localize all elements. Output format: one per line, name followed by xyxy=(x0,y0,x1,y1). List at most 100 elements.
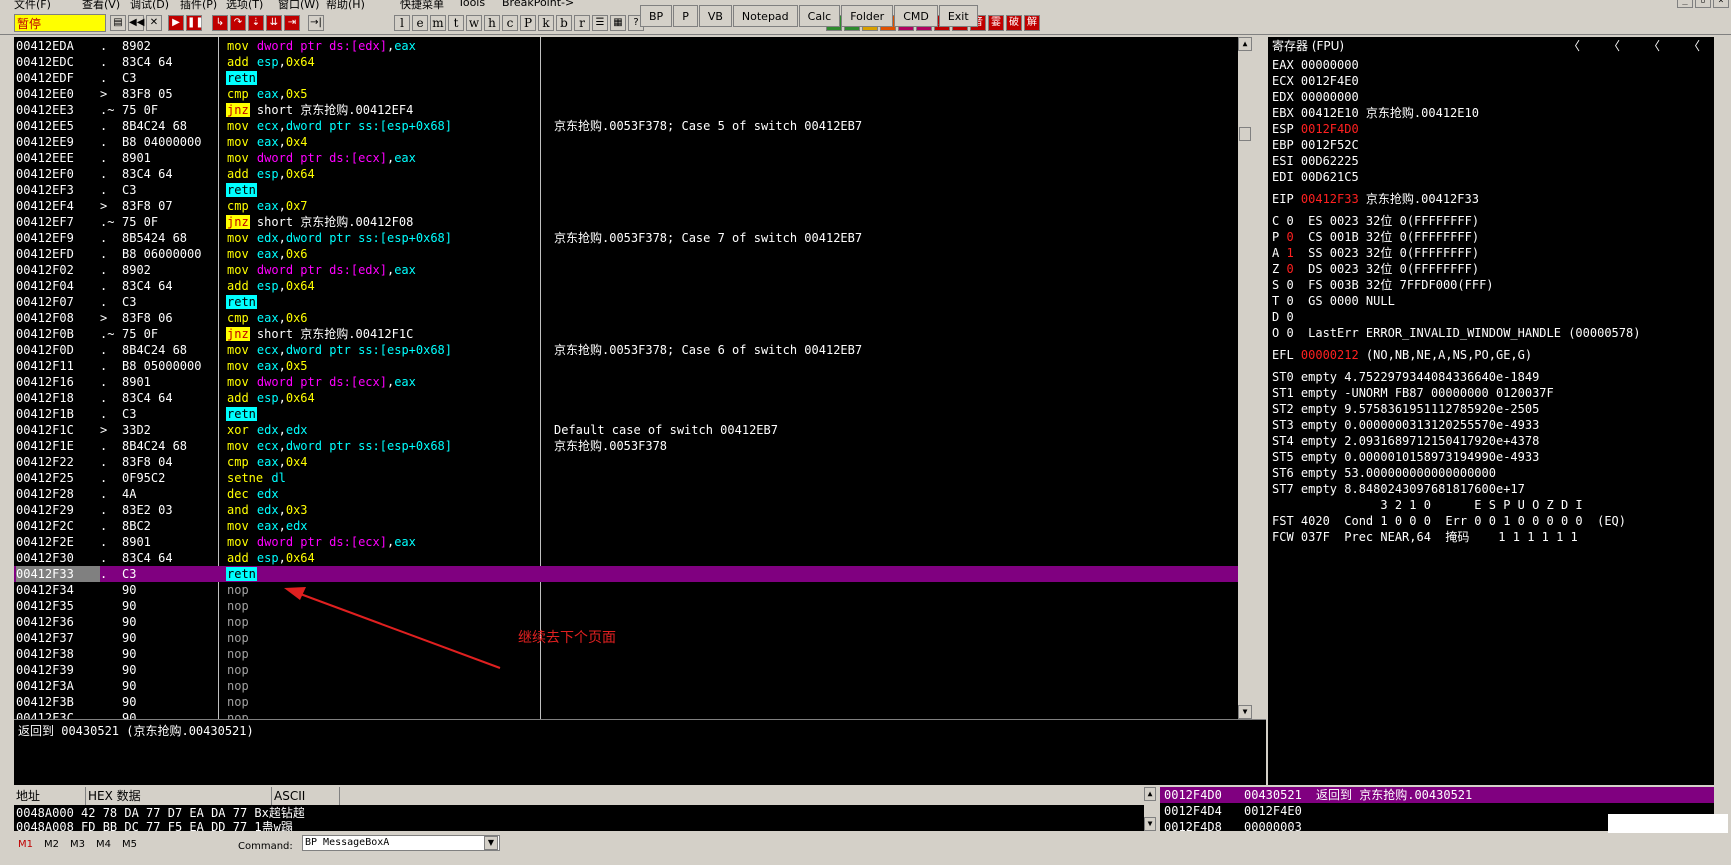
disasm-row[interactable]: 00412F30. 83C4 64 add esp,0x64 xyxy=(14,550,1252,566)
window-button-r[interactable]: r xyxy=(574,15,590,31)
disasm-row[interactable]: 00412F1E. 8B4C24 68 mov ecx,dword ptr ss:[… xyxy=(14,438,1252,454)
goto-icon[interactable]: →| xyxy=(308,15,324,31)
step-into-icon[interactable]: ↳ xyxy=(212,15,228,31)
window-button-P[interactable]: P xyxy=(520,15,536,31)
disasm-row[interactable]: 00412F04. 83C4 64 add esp,0x64 xyxy=(14,278,1252,294)
register-line[interactable]: 3 2 1 0 E S P U O Z D I xyxy=(1272,497,1582,513)
menu-item[interactable]: 快捷菜单 xyxy=(400,0,444,10)
window-button-k[interactable]: k xyxy=(538,15,554,31)
register-line[interactable]: ST5 empty 0.0000010158973194990e-4933 xyxy=(1272,449,1539,465)
disasm-row[interactable]: 00412F35 90 nop xyxy=(14,598,1252,614)
disasm-row[interactable]: 00412F07. C3 retn xyxy=(14,294,1252,310)
stack-row[interactable]: 0012F4D0 00430521 返回到 京东抢购.00430521 xyxy=(1160,787,1714,803)
scroll-up-icon[interactable]: ▲ xyxy=(1238,37,1252,51)
disasm-row[interactable]: 00412F0B .~ 75 0F jnz short 京东抢购.00412F1C xyxy=(14,326,1252,342)
disassembly-pane[interactable]: 00412EDA. 8902 mov dword ptr ds:[edx],eax 0… xyxy=(14,37,1252,719)
disasm-row[interactable]: 00412EF4 >83F8 07 cmp eax,0x7 xyxy=(14,198,1252,214)
disasm-row[interactable]: 00412EDC. 83C4 64 add esp,0x64 xyxy=(14,54,1252,70)
register-line[interactable]: Z 0 DS 0023 32位 0(FFFFFFFF) xyxy=(1272,261,1479,277)
register-line[interactable]: ST4 empty 2.0931689712150417920e+4378 xyxy=(1272,433,1539,449)
scroll-down-icon[interactable]: ▼ xyxy=(1144,817,1156,831)
dump-header-address[interactable]: 地址 xyxy=(14,787,86,805)
register-line[interactable]: D 0 xyxy=(1272,309,1294,325)
grid-icon[interactable]: ▦ xyxy=(610,15,626,31)
rewind-icon[interactable]: ◀◀ xyxy=(128,15,144,31)
disasm-row[interactable]: 00412F08 >83F8 06 cmp eax,0x6 xyxy=(14,310,1252,326)
window-button-h[interactable]: h xyxy=(484,15,500,31)
disasm-row[interactable]: 00412F29. 83E2 03 and edx,0x3 xyxy=(14,502,1252,518)
plugin-button-vb[interactable]: VB xyxy=(698,5,732,27)
disasm-row[interactable]: 00412F36 90 nop xyxy=(14,614,1252,630)
disasm-row[interactable]: 00412F28. 4A dec edx xyxy=(14,486,1252,502)
pause-icon[interactable]: ❚❚ xyxy=(186,15,204,31)
register-line[interactable]: ST3 empty 0.0000000313120255570e-4933 xyxy=(1272,417,1539,433)
plugin-button-bp[interactable]: BP xyxy=(640,5,673,27)
plugin-button-cmd[interactable]: CMD xyxy=(894,5,938,27)
register-line[interactable]: ST6 empty 53.000000000000000000 xyxy=(1272,465,1496,481)
disasm-row[interactable]: 00412EE3 .~ 75 0F jnz short 京东抢购.00412EF4 xyxy=(14,102,1252,118)
window-button-t[interactable]: t xyxy=(448,15,464,31)
dump-row[interactable]: 0048A000 42 78 DA 77 D7 EA DA 77 Bx趤钻趤 xyxy=(16,806,305,820)
disasm-row[interactable]: 00412F16. 8901 mov dword ptr ds:[ecx],eax xyxy=(14,374,1252,390)
close-process-icon[interactable]: ✕ xyxy=(146,15,162,31)
registers-pane[interactable]: 寄存器 (FPU) 〈 〈 〈 〈 EAX 00000000 ECX 0012F4… xyxy=(1268,37,1714,785)
disasm-row[interactable]: 00412F3C 90 nop xyxy=(14,710,1252,719)
disassembly-scrollbar[interactable]: ▲ ▼ xyxy=(1238,37,1252,719)
run-icon[interactable]: ▶ xyxy=(168,15,184,31)
dump-header-ascii[interactable]: ASCII xyxy=(272,787,340,805)
menu-item[interactable]: 调试(D) xyxy=(130,0,169,10)
chevron-left-icon[interactable]: 〈 xyxy=(1568,37,1580,55)
window-button-e[interactable]: e xyxy=(412,15,428,31)
disasm-row[interactable]: 00412EF0. 83C4 64 add esp,0x64 xyxy=(14,166,1252,182)
execute-till-return-icon[interactable]: ⇥ xyxy=(284,15,300,31)
window-button-m[interactable]: m xyxy=(430,15,446,31)
register-line[interactable]: EIP 00412F33 京东抢购.00412F33 xyxy=(1272,191,1479,207)
disasm-row[interactable]: 00412EDF. C3 retn xyxy=(14,70,1252,86)
disasm-row[interactable]: 00412F22. 83F8 04 cmp eax,0x4 xyxy=(14,454,1252,470)
scroll-up-icon[interactable]: ▲ xyxy=(1144,787,1156,801)
plugin-button-exit[interactable]: Exit xyxy=(938,5,978,27)
plugin-button-notepad[interactable]: Notepad xyxy=(732,5,798,27)
plugin-icon[interactable]: 霎 xyxy=(988,15,1004,31)
disasm-row[interactable]: 00412F1C >33D2 xor edx,edx Default case of … xyxy=(14,422,1252,438)
registers-scrollbar[interactable] xyxy=(1714,37,1728,785)
disasm-row[interactable]: 00412EDA. 8902 mov dword ptr ds:[edx],eax xyxy=(14,38,1252,54)
memory-tab-m3[interactable]: M3 xyxy=(70,839,85,850)
register-line[interactable]: ESP 0012F4D0 xyxy=(1272,121,1359,137)
disasm-row[interactable]: 00412F11. B8 05000000 mov eax,0x5 xyxy=(14,358,1252,374)
disasm-row[interactable]: 00412F18. 83C4 64 add esp,0x64 xyxy=(14,390,1252,406)
menu-item[interactable]: BreakPoint-> xyxy=(502,0,574,9)
memory-tab-m5[interactable]: M5 xyxy=(122,839,137,850)
menu-item[interactable]: 选项(T) xyxy=(226,0,263,10)
menu-item[interactable]: 窗口(W) xyxy=(278,0,319,10)
disasm-row[interactable]: 00412EF7 .~ 75 0F jnz short 京东抢购.00412F08 xyxy=(14,214,1252,230)
register-line[interactable]: ESI 00D62225 xyxy=(1272,153,1359,169)
chevron-left-icon[interactable]: 〈 xyxy=(1608,37,1620,55)
disasm-row[interactable]: 00412EFD. B8 06000000 mov eax,0x6 xyxy=(14,246,1252,262)
menu-item[interactable]: 插件(P) xyxy=(180,0,217,10)
disasm-row[interactable]: 00412EF3. C3 retn xyxy=(14,182,1252,198)
menu-item[interactable]: 帮助(H) xyxy=(326,0,365,10)
menu-item[interactable]: 查看(V) xyxy=(82,0,120,10)
disasm-row[interactable]: 00412F34 90 nop xyxy=(14,582,1252,598)
chevron-down-icon[interactable]: ▼ xyxy=(484,836,498,850)
register-line[interactable]: ECX 0012F4E0 xyxy=(1272,73,1359,89)
disasm-row[interactable]: 00412F2C. 8BC2 mov eax,edx xyxy=(14,518,1252,534)
register-line[interactable]: T 0 GS 0000 NULL xyxy=(1272,293,1395,309)
register-line[interactable]: ST7 empty 8.8480243097681817600e+17 xyxy=(1272,481,1525,497)
plugin-icon[interactable]: 解 xyxy=(1024,15,1040,31)
register-line[interactable]: C 0 ES 0023 32位 0(FFFFFFFF) xyxy=(1272,213,1479,229)
register-line[interactable]: EDI 00D621C5 xyxy=(1272,169,1359,185)
trace-into-icon[interactable]: ⇣ xyxy=(248,15,264,31)
register-line[interactable]: ST0 empty 4.7522979344084336640e-1849 xyxy=(1272,369,1539,385)
disasm-row[interactable]: 00412F3B 90 nop xyxy=(14,694,1252,710)
chevron-left-icon[interactable]: 〈 xyxy=(1688,37,1700,55)
menu-item[interactable]: 文件(F) xyxy=(14,0,51,10)
disasm-row[interactable]: 00412F2E. 8901 mov dword ptr ds:[ecx],eax xyxy=(14,534,1252,550)
register-line[interactable]: FST 4020 Cond 1 0 0 0 Err 0 0 1 0 0 0 0 … xyxy=(1272,513,1626,529)
chevron-left-icon[interactable]: 〈 xyxy=(1648,37,1660,55)
disasm-row[interactable]: 00412EE0 >83F8 05 cmp eax,0x5 xyxy=(14,86,1252,102)
plugin-icon[interactable]: 破 xyxy=(1006,15,1022,31)
disasm-row[interactable]: 00412EE5. 8B4C24 68 mov ecx,dword ptr ss:[… xyxy=(14,118,1252,134)
scroll-thumb[interactable] xyxy=(1239,127,1251,141)
